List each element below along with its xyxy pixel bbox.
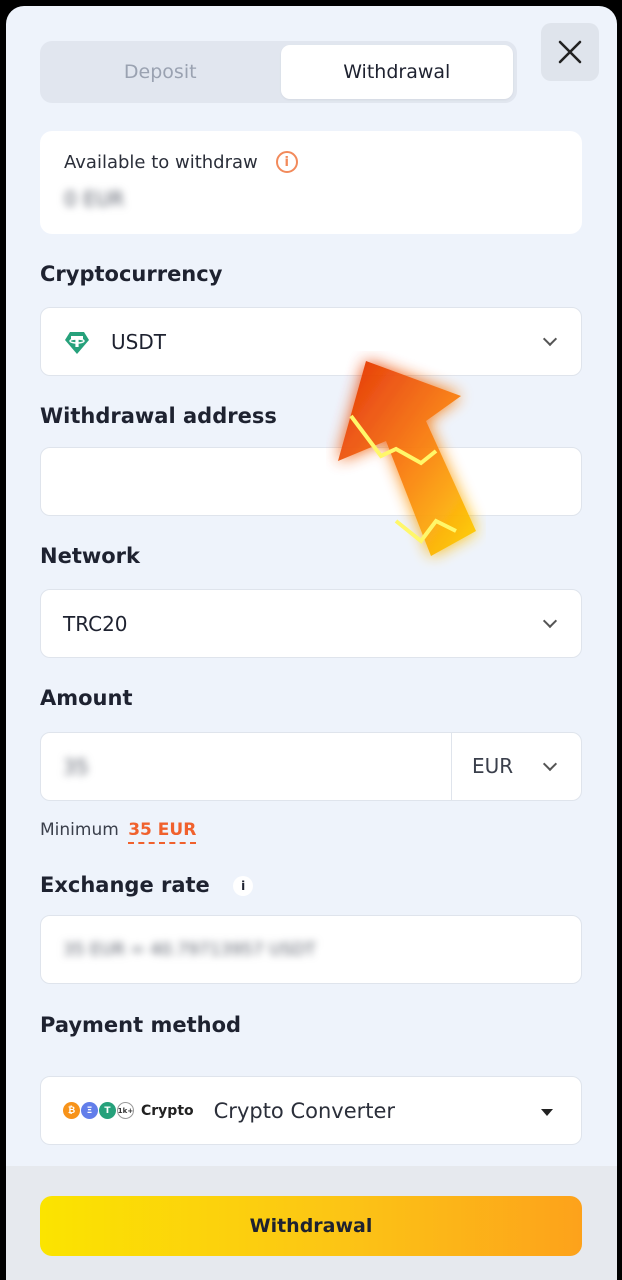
amount-input[interactable]: 35 bbox=[63, 755, 88, 779]
close-button[interactable] bbox=[541, 23, 599, 81]
cryptocurrency-label: Cryptocurrency bbox=[40, 262, 223, 286]
amount-label: Amount bbox=[40, 686, 133, 710]
available-label: Available to withdraw bbox=[64, 151, 258, 173]
minimum-label: Minimum bbox=[40, 820, 119, 840]
caret-down-icon bbox=[541, 1109, 553, 1116]
network-value: TRC20 bbox=[63, 611, 128, 636]
tab-withdrawal[interactable]: Withdrawal bbox=[280, 45, 513, 99]
payment-method-select[interactable]: ₿ Ξ T 1k+ Crypto Crypto Converter bbox=[40, 1076, 582, 1145]
minimum-value: 35 EUR bbox=[128, 820, 197, 844]
exchange-rate-label-row: Exchange rate i bbox=[40, 873, 254, 897]
amount-field[interactable]: 35 EUR bbox=[40, 732, 582, 801]
deposit-withdrawal-tabs: Deposit Withdrawal bbox=[40, 41, 517, 103]
crypto-logos: ₿ Ξ T 1k+ Crypto bbox=[63, 1102, 194, 1119]
minimum-amount: Minimum 35 EUR bbox=[40, 820, 197, 844]
currency-select[interactable]: EUR bbox=[472, 754, 513, 778]
info-icon[interactable]: i bbox=[233, 876, 254, 896]
payment-method-label: Payment method bbox=[40, 1013, 242, 1037]
chevron-down-icon bbox=[542, 331, 558, 347]
ethereum-icon: Ξ bbox=[81, 1102, 98, 1119]
bitcoin-icon: ₿ bbox=[63, 1102, 80, 1119]
exchange-rate-label: Exchange rate bbox=[40, 873, 210, 897]
withdrawal-address-label: Withdrawal address bbox=[40, 404, 277, 428]
crypto-brand-label: Crypto bbox=[141, 1102, 194, 1119]
network-label: Network bbox=[40, 544, 141, 568]
divider bbox=[451, 733, 452, 800]
withdrawal-sheet: Deposit Withdrawal Available to withdraw… bbox=[6, 6, 617, 1280]
available-balance-card: Available to withdraw i 0 EUR bbox=[40, 131, 582, 234]
exchange-rate-field: 35 EUR = 40.79713957 USDT bbox=[40, 915, 582, 984]
withdrawal-address-input[interactable] bbox=[40, 447, 582, 516]
payment-method-value: Crypto Converter bbox=[213, 1098, 396, 1123]
exchange-rate-value: 35 EUR = 40.79713957 USDT bbox=[63, 939, 316, 960]
chevron-down-icon bbox=[542, 613, 558, 629]
withdrawal-submit-button[interactable]: Withdrawal bbox=[40, 1196, 582, 1256]
info-icon[interactable]: i bbox=[275, 151, 298, 173]
chevron-down-icon bbox=[542, 756, 558, 772]
cryptocurrency-select[interactable]: USDT bbox=[40, 307, 582, 376]
network-select[interactable]: TRC20 bbox=[40, 589, 582, 658]
close-icon bbox=[558, 40, 582, 64]
tether-icon bbox=[63, 328, 91, 356]
cryptocurrency-value: USDT bbox=[111, 329, 166, 354]
tether-icon: T bbox=[99, 1102, 116, 1119]
more-coins-icon: 1k+ bbox=[117, 1102, 134, 1119]
tab-deposit[interactable]: Deposit bbox=[44, 45, 277, 99]
available-value: 0 EUR bbox=[64, 187, 125, 211]
